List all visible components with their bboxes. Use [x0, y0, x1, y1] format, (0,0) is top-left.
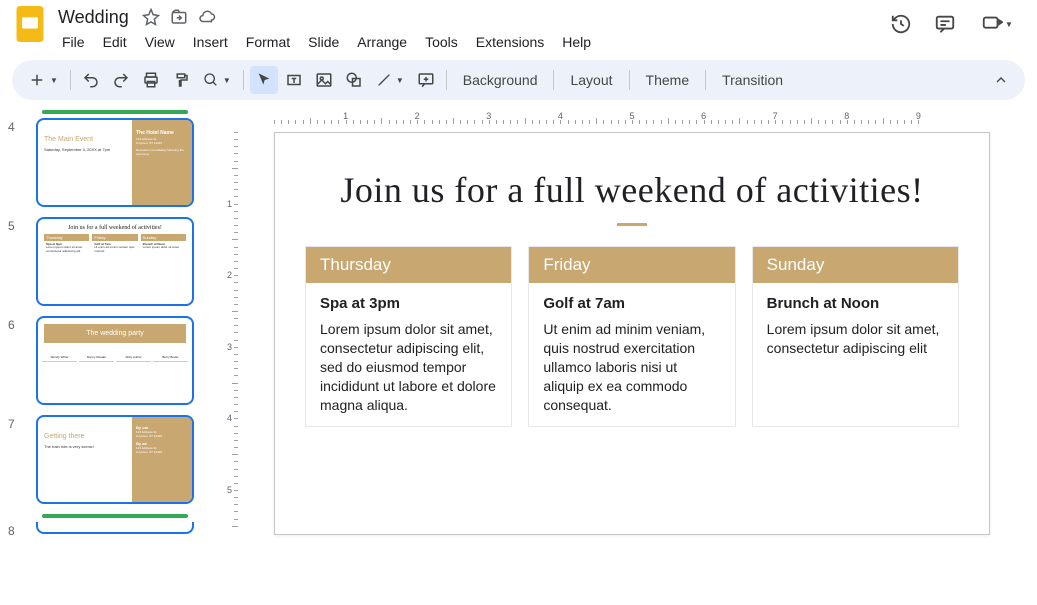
menu-insert[interactable]: Insert: [185, 30, 236, 54]
menu-format[interactable]: Format: [238, 30, 298, 54]
selection-marker-bottom: [42, 514, 188, 518]
present-icon[interactable]: ▼: [977, 12, 1017, 36]
new-slide-button[interactable]: ▼: [22, 66, 64, 94]
line-button[interactable]: ▼: [370, 66, 410, 94]
day-description: Ut enim ad minim veniam, quis nostrud ex…: [543, 320, 720, 414]
paint-format-button[interactable]: [167, 66, 195, 94]
toolbar: ▼ ▼ ▼ Background Layout Theme Transition: [12, 60, 1025, 100]
background-button[interactable]: Background: [453, 68, 548, 92]
slide-thumbnail[interactable]: Getting thereThe train ride is very scen…: [36, 415, 194, 504]
slide-thumbnail[interactable]: [36, 522, 194, 534]
menu-edit[interactable]: Edit: [95, 30, 135, 54]
menu-slide[interactable]: Slide: [300, 30, 347, 54]
textbox-button[interactable]: [280, 66, 308, 94]
zoom-button[interactable]: ▼: [197, 66, 237, 94]
star-icon[interactable]: [141, 7, 161, 27]
slide-number: 6: [8, 316, 36, 332]
day-description: Lorem ipsum dolor sit amet, consectetur …: [320, 320, 497, 414]
print-button[interactable]: [137, 66, 165, 94]
day-header: Friday: [529, 247, 734, 283]
day-column[interactable]: Thursday Spa at 3pm Lorem ipsum dolor si…: [305, 246, 512, 427]
slide-number: 5: [8, 217, 36, 233]
undo-button[interactable]: [77, 66, 105, 94]
day-event: Golf at 7am: [543, 295, 720, 312]
filmstrip[interactable]: 4The Main EventSaturday, September 4, 20…: [0, 108, 216, 605]
menu-view[interactable]: View: [137, 30, 183, 54]
selection-marker-top: [42, 110, 188, 114]
slide-thumbnail[interactable]: Join us for a full weekend of activities…: [36, 217, 194, 306]
transition-button[interactable]: Transition: [712, 68, 793, 92]
slide-canvas[interactable]: Join us for a full weekend of activities…: [274, 132, 990, 535]
layout-button[interactable]: Layout: [560, 68, 622, 92]
title-underline: [617, 223, 647, 226]
cloud-icon[interactable]: [197, 7, 217, 27]
menu-arrange[interactable]: Arrange: [349, 30, 415, 54]
theme-button[interactable]: Theme: [636, 68, 700, 92]
comment-add-button[interactable]: [412, 66, 440, 94]
menu-extensions[interactable]: Extensions: [468, 30, 552, 54]
slide-title[interactable]: Join us for a full weekend of activities…: [305, 169, 959, 211]
select-tool[interactable]: [250, 66, 278, 94]
canvas-area: 123456789 12345 Join us for a full weeke…: [216, 108, 1037, 605]
menu-file[interactable]: File: [54, 30, 93, 54]
horizontal-ruler: 123456789: [238, 108, 1037, 124]
day-header: Sunday: [753, 247, 958, 283]
menu-bar: FileEditViewInsertFormatSlideArrangeTool…: [54, 30, 889, 54]
image-button[interactable]: [310, 66, 338, 94]
slides-logo[interactable]: [12, 6, 48, 42]
day-header: Thursday: [306, 247, 511, 283]
redo-button[interactable]: [107, 66, 135, 94]
comment-icon[interactable]: [933, 12, 957, 36]
slide-number: 8: [8, 522, 36, 538]
day-description: Lorem ipsum dolor sit amet, consectetur …: [767, 320, 944, 358]
slide-thumbnail[interactable]: The Main EventSaturday, September 4, 20X…: [36, 118, 194, 207]
day-column[interactable]: Sunday Brunch at Noon Lorem ipsum dolor …: [752, 246, 959, 427]
vertical-ruler: 12345: [216, 124, 238, 605]
menu-tools[interactable]: Tools: [417, 30, 466, 54]
collapse-toolbar-button[interactable]: [987, 66, 1015, 94]
document-title[interactable]: Wedding: [54, 6, 133, 29]
slide-thumbnail[interactable]: The wedding partyWendy WriterRonny Reade…: [36, 316, 194, 405]
slide-number: 7: [8, 415, 36, 431]
move-icon[interactable]: [169, 7, 189, 27]
day-event: Spa at 3pm: [320, 295, 497, 312]
day-event: Brunch at Noon: [767, 295, 944, 312]
history-icon[interactable]: [889, 12, 913, 36]
day-column[interactable]: Friday Golf at 7am Ut enim ad minim veni…: [528, 246, 735, 427]
slide-number: 4: [8, 118, 36, 134]
shape-button[interactable]: [340, 66, 368, 94]
menu-help[interactable]: Help: [554, 30, 599, 54]
